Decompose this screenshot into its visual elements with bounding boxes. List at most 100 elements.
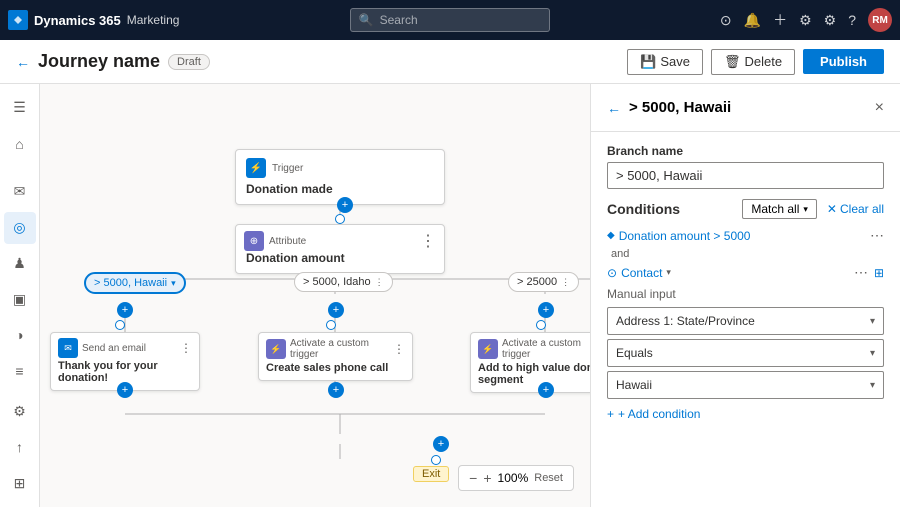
attribute-type: Attribute [269, 236, 306, 247]
panel-body: Branch name Conditions Match all ▾ ✕ Cle… [591, 132, 900, 507]
gear-icon[interactable]: ⚙ [824, 12, 837, 29]
search-box[interactable]: 🔍 Search [350, 8, 550, 32]
sidebar-item-analytics[interactable]: ◑ [4, 319, 36, 351]
sidebar-item-segments[interactable]: ♟ [4, 248, 36, 280]
page-title: Journey name [38, 51, 160, 72]
zoom-out-button[interactable]: − [469, 470, 477, 486]
sidebar-item-forms[interactable]: ▣ [4, 284, 36, 316]
plus-after-action-3[interactable]: + [538, 382, 554, 398]
branch-3[interactable]: > 25000 ⋮ [508, 272, 579, 292]
action-node-2[interactable]: ⚡ Activate a custom trigger ⋮ Create sal… [258, 332, 413, 381]
dot-after-trigger [335, 214, 345, 224]
plus-after-trigger[interactable]: + [337, 197, 353, 213]
attribute-menu-icon[interactable]: ⋮ [420, 231, 436, 251]
field3-arrow: ▾ [870, 380, 875, 391]
match-all-chevron: ▾ [803, 204, 808, 215]
search-placeholder: Search [380, 13, 418, 27]
save-button[interactable]: 💾 Save [627, 49, 703, 75]
field3-dropdown[interactable]: Hawaii ▾ [607, 371, 884, 399]
panel-back-button[interactable]: ← [607, 100, 621, 116]
action-3-type: Activate a custom trigger [502, 338, 590, 360]
contact-expand-icon[interactable]: ⊞ [874, 266, 884, 280]
field3-label: Hawaii [616, 378, 652, 392]
dot-branch-2 [326, 320, 336, 330]
branch-3-label: > 25000 [517, 276, 557, 288]
delete-button[interactable]: 🗑 Delete [711, 49, 795, 75]
attribute-node[interactable]: ⊕ Attribute ⋮ Donation amount [235, 224, 445, 274]
contact-chevron: ▾ [666, 267, 671, 278]
dot-before-exit [431, 455, 441, 465]
branch-1-chevron: ▾ [171, 278, 176, 289]
plus-icon[interactable]: ＋ [773, 10, 787, 30]
journey-svg [40, 84, 590, 507]
sidebar-item-home[interactable]: ⌂ [4, 128, 36, 160]
clear-all-button[interactable]: ✕ Clear all [827, 202, 884, 216]
settings-icon[interactable]: ⊙ [720, 12, 732, 29]
and-label: and [607, 248, 884, 260]
exit-badge: Exit [413, 466, 449, 482]
save-icon: 💾 [640, 54, 656, 70]
action-node-3[interactable]: ⚡ Activate a custom trigger ⋮ Add to hig… [470, 332, 590, 393]
publish-button[interactable]: Publish [803, 49, 884, 74]
trigger-node[interactable]: ⚡ Trigger Donation made [235, 149, 445, 205]
add-condition-button[interactable]: + + Add condition [607, 407, 884, 421]
sidebar-item-email[interactable]: ✉ [4, 176, 36, 208]
status-badge: Draft [168, 54, 210, 70]
plus-after-action-1[interactable]: + [117, 382, 133, 398]
help-icon[interactable]: ? [848, 12, 856, 28]
match-all-label: Match all [751, 202, 799, 216]
zoom-reset-button[interactable]: Reset [534, 472, 563, 484]
add-condition-label: + Add condition [618, 407, 700, 421]
app-name: Marketing [127, 13, 180, 27]
branch-1[interactable]: > 5000, Hawaii ▾ [84, 272, 186, 294]
branch-name-label: Branch name [607, 144, 884, 158]
sidebar-item-journey[interactable]: ◎ [4, 212, 36, 244]
contact-label[interactable]: ⊙ Contact ▾ [607, 266, 671, 280]
branch-name-input[interactable] [607, 162, 884, 189]
branch-2-menu: ⋮ [375, 277, 384, 288]
zoom-in-button[interactable]: + [483, 470, 491, 486]
branch-3-menu: ⋮ [561, 277, 570, 288]
condition-diamond: ◆ [607, 230, 615, 241]
action-2-icon: ⚡ [266, 339, 286, 359]
plus-branch-2[interactable]: + [328, 302, 344, 318]
zoom-level: 100% [498, 471, 529, 485]
secondary-nav: ← Journey name Draft 💾 Save 🗑 Delete Pub… [0, 40, 900, 84]
attribute-name: Donation amount [236, 251, 444, 273]
branch-2[interactable]: > 5000, Idaho ⋮ [294, 272, 393, 292]
sidebar-item-settings[interactable]: ⚙ [4, 395, 36, 427]
contact-text: Contact [621, 266, 662, 280]
action-2-menu[interactable]: ⋮ [393, 342, 405, 356]
back-button[interactable]: ← [16, 54, 30, 70]
contact-icon: ⊙ [607, 266, 617, 280]
sidebar-item-menu[interactable]: ☰ [4, 92, 36, 124]
match-all-dropdown[interactable]: Match all ▾ [742, 199, 817, 219]
brand: Dynamics 365 Marketing [8, 10, 179, 30]
sidebar-item-upload[interactable]: ↑ [4, 431, 36, 463]
bell-icon[interactable]: 🔔 [744, 12, 761, 29]
plus-after-action-2[interactable]: + [328, 382, 344, 398]
dot-branch-1 [115, 320, 125, 330]
zoom-controls: − + 100% Reset [458, 465, 574, 491]
plus-branch-3[interactable]: + [538, 302, 554, 318]
panel-close-button[interactable]: × [875, 99, 884, 117]
field2-dropdown[interactable]: Equals ▾ [607, 339, 884, 367]
panel-title: > 5000, Hawaii [629, 99, 867, 116]
plus-before-exit[interactable]: + [433, 436, 449, 452]
sidebar-item-apps[interactable]: ⊞ [4, 467, 36, 499]
condition-link[interactable]: Donation amount > 5000 [619, 229, 751, 243]
action-1-type: Send an email [82, 343, 146, 354]
brand-name: Dynamics 365 [34, 13, 121, 28]
field1-dropdown[interactable]: Address 1: State/Province ▾ [607, 307, 884, 335]
branch-2-label: > 5000, Idaho [303, 276, 371, 288]
plus-branch-1[interactable]: + [117, 302, 133, 318]
contact-more-icon[interactable]: ⋯ [854, 264, 868, 281]
conditions-header: Conditions Match all ▾ ✕ Clear all [607, 199, 884, 219]
clear-all-x: ✕ [827, 202, 837, 216]
toolbar: 💾 Save 🗑 Delete Publish [627, 49, 884, 75]
condition-more-icon[interactable]: ⋯ [870, 227, 884, 244]
condition-row: ◆ Donation amount > 5000 ⋯ [607, 227, 884, 244]
filter-icon[interactable]: ⚙ [799, 12, 812, 29]
sidebar-item-content[interactable]: ≡ [4, 355, 36, 387]
action-1-menu[interactable]: ⋮ [180, 341, 192, 355]
